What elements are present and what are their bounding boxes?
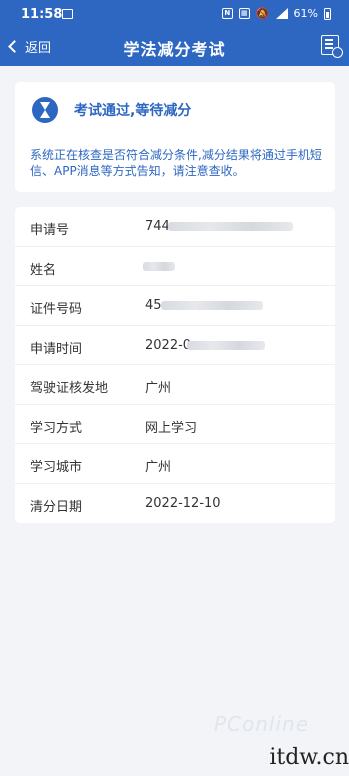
info-row-clear-date: 清分日期 2022-12-10 <box>15 484 335 524</box>
info-label: 证件号码 <box>30 302 83 317</box>
nfc-icon: N <box>221 8 233 19</box>
status-card: 考试通过,等待减分 系统正在核查是否符合减分条件,减分结果将通过手机短信、APP… <box>15 82 335 192</box>
status-icons: N ▦ 🔕 61% <box>221 7 331 20</box>
info-label: 学习方式 <box>30 420 83 436</box>
info-row-application-number: 申请号 744 <box>15 207 335 247</box>
status-bar: 11:58 N ▦ 🔕 61% <box>0 0 349 30</box>
info-value: 广州 <box>145 381 172 396</box>
document-search-icon[interactable] <box>321 35 343 58</box>
hourglass-icon <box>32 97 58 123</box>
info-value: 网上学习 <box>145 420 198 436</box>
battery-icon <box>324 7 331 20</box>
status-description: 系统正在核查是否符合减分条件,减分结果将通过手机短信、APP消息等方式告知，请注… <box>30 148 322 178</box>
application-info-card: 申请号 744 姓名 证件号码 45 申请时间 2022-0 驾驶证核发地 广州… <box>15 207 335 523</box>
info-label: 清分日期 <box>30 499 83 515</box>
info-value: 广州 <box>145 460 172 475</box>
navigation-bar: 返回 学法减分考试 <box>0 30 349 66</box>
sim-icon: ▦ <box>238 8 250 19</box>
status-title: 考试通过,等待减分 <box>74 103 192 119</box>
info-row-license-issuer: 驾驶证核发地 广州 <box>15 365 335 405</box>
site-watermark: itdw.cn <box>269 745 349 770</box>
redacted-mask <box>143 261 175 271</box>
signal-icon <box>275 8 288 19</box>
info-label: 姓名 <box>30 262 57 278</box>
info-value: 45 <box>145 298 162 313</box>
info-label: 申请号 <box>30 223 70 238</box>
redacted-mask <box>187 340 265 350</box>
status-time: 11:58 <box>21 7 63 22</box>
info-row-name: 姓名 <box>15 247 335 286</box>
image-notification-icon <box>62 9 73 19</box>
info-row-application-time: 申请时间 2022-0 <box>15 326 335 365</box>
info-value: 2022-0 <box>145 337 192 353</box>
info-row-study-method: 学习方式 网上学习 <box>15 405 335 444</box>
info-value: 2022-12-10 <box>145 495 221 511</box>
page-title: 学法减分考试 <box>123 40 226 59</box>
info-value: 744 <box>145 219 170 234</box>
battery-percent: 61% <box>293 7 318 20</box>
watermark-logo: PConline <box>213 712 309 736</box>
redacted-mask <box>161 301 263 310</box>
app-header: 11:58 N ▦ 🔕 61% 返回 学法减分考试 <box>0 0 349 66</box>
info-label: 学习城市 <box>30 460 83 475</box>
info-label: 申请时间 <box>30 341 83 357</box>
info-label: 驾驶证核发地 <box>30 381 109 396</box>
redacted-mask <box>168 222 293 231</box>
mute-icon: 🔕 <box>255 7 270 20</box>
info-row-study-city: 学习城市 广州 <box>15 444 335 484</box>
info-row-id-number: 证件号码 45 <box>15 286 335 326</box>
